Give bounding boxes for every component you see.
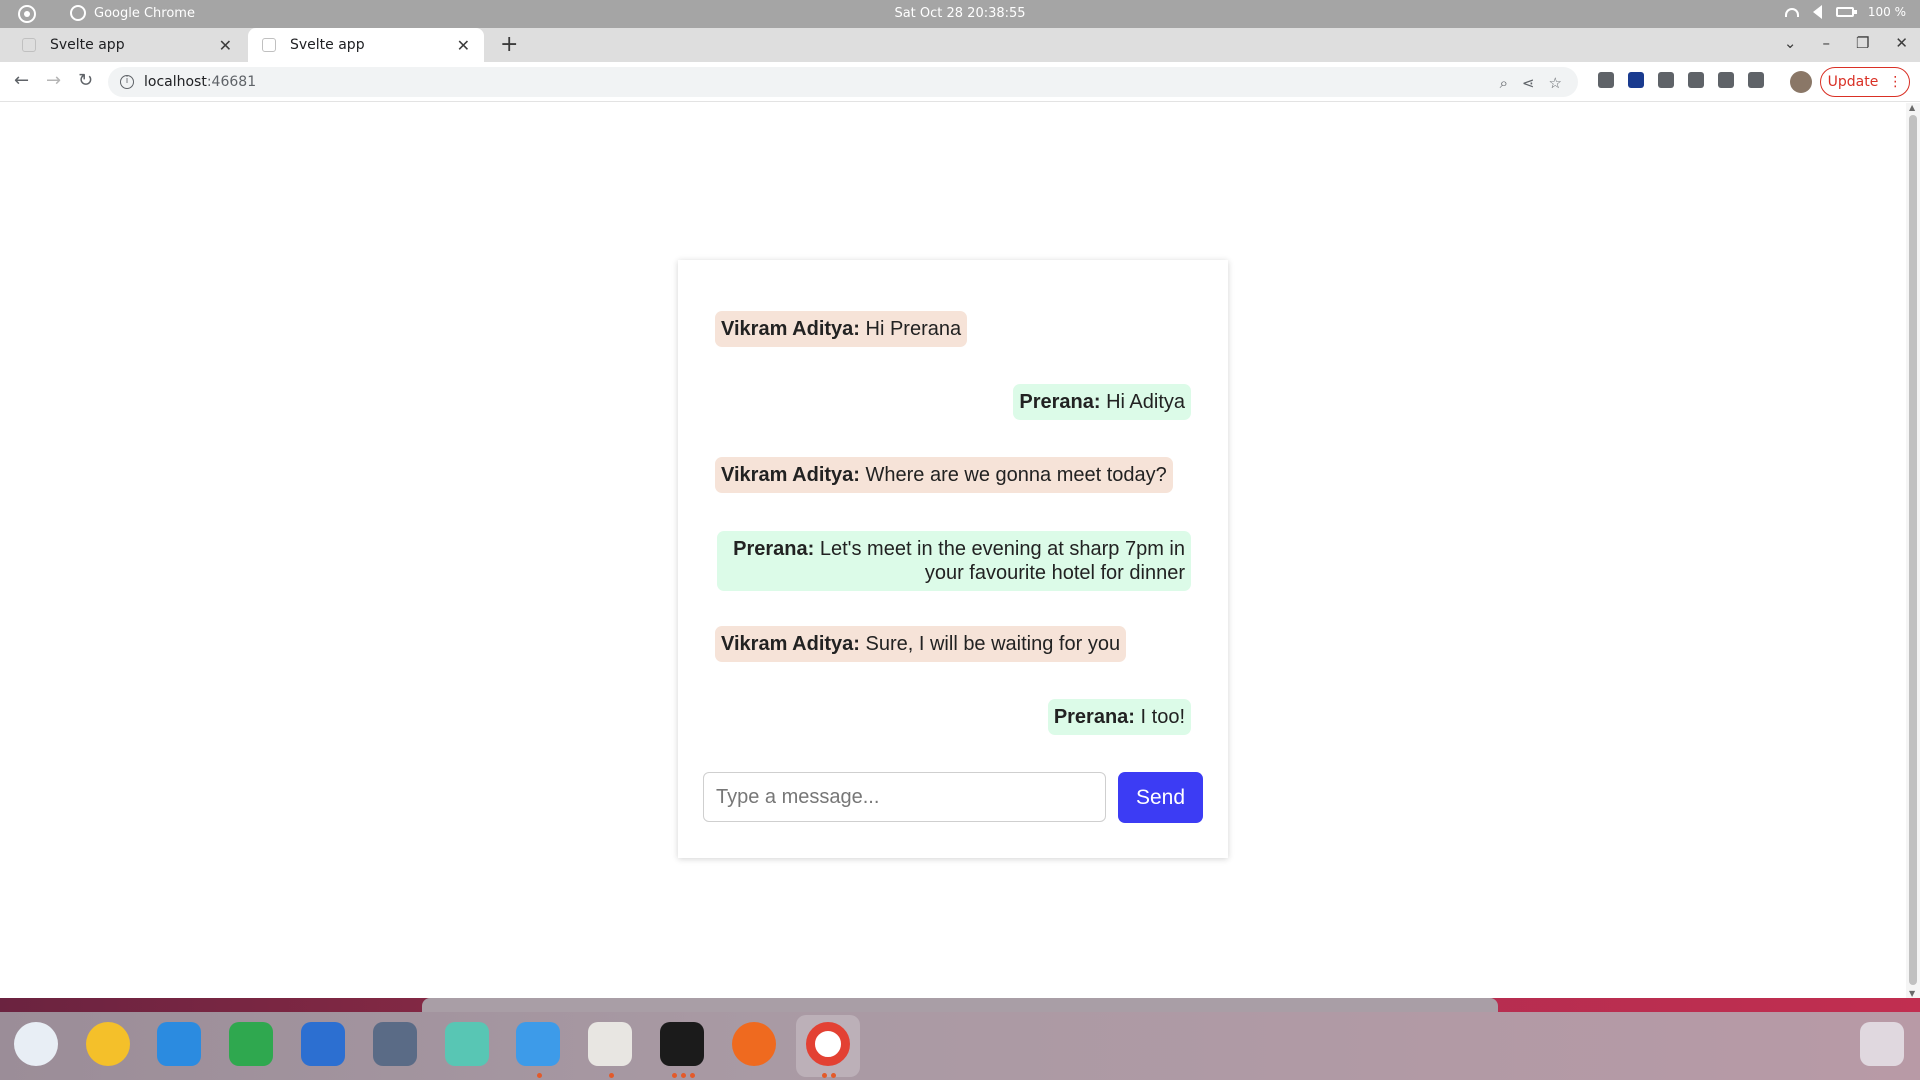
dock <box>0 1012 1920 1080</box>
message-text: Hi Prerana <box>859 318 962 340</box>
site-info-icon[interactable]: i <box>120 75 134 89</box>
terminal-icon[interactable] <box>660 1022 704 1066</box>
restore-icon[interactable]: ❐ <box>1856 34 1869 52</box>
reload-icon[interactable]: ↻ <box>78 70 93 91</box>
extension-icons <box>1598 72 1764 88</box>
message-sender: Prerana: <box>733 538 815 560</box>
menu-kebab-icon: ⋮ <box>1888 74 1903 90</box>
message-composer: Send <box>703 772 1203 824</box>
share-icon[interactable]: ⋖ <box>1522 74 1535 92</box>
scroll-up-icon[interactable]: ▲ <box>1909 103 1915 112</box>
tab-close-icon[interactable]: ✕ <box>219 36 232 55</box>
message-text: Let's meet in the evening at sharp 7pm i… <box>814 538 1185 584</box>
rhythmbox-icon[interactable] <box>86 1022 130 1066</box>
tab-svelte-app-1[interactable]: Svelte app ✕ <box>16 28 246 62</box>
spreadsheet-icon[interactable] <box>229 1022 273 1066</box>
pdf-extension-icon[interactable] <box>1628 72 1644 88</box>
back-arrow-icon[interactable]: ← <box>14 70 29 91</box>
send-button[interactable]: Send <box>1118 772 1203 823</box>
scroll-down-icon[interactable]: ▼ <box>1909 989 1915 998</box>
system-tray[interactable]: 100 % <box>1784 5 1906 19</box>
edit-extension-icon[interactable] <box>1688 72 1704 88</box>
profile-avatar[interactable] <box>1790 71 1812 93</box>
tab-title: Svelte app <box>290 37 365 53</box>
thunderbird-icon[interactable] <box>14 1022 58 1066</box>
finder-icon[interactable] <box>516 1022 560 1066</box>
text-editor-icon[interactable] <box>588 1022 632 1066</box>
chrome-icon[interactable] <box>806 1022 850 1066</box>
running-indicator <box>681 1073 686 1078</box>
omnibox-actions: ⌕ ⋖ ☆ <box>1500 74 1562 92</box>
message-sender: Vikram Aditya: <box>721 633 860 655</box>
running-indicator <box>831 1073 836 1078</box>
volume-icon <box>1812 5 1822 19</box>
message-bubble: Vikram Aditya: Sure, I will be waiting f… <box>715 626 1127 662</box>
tab-svelte-app-2[interactable]: Svelte app ✕ <box>248 28 484 62</box>
help-icon[interactable] <box>445 1022 489 1066</box>
close-window-icon[interactable]: ✕ <box>1895 34 1908 52</box>
wifi-icon <box>1784 7 1799 17</box>
screenshot-icon[interactable] <box>373 1022 417 1066</box>
message-text: Sure, I will be waiting for you <box>859 633 1121 655</box>
camera-extension-icon[interactable] <box>1658 72 1674 88</box>
running-indicator <box>537 1073 542 1078</box>
message-bubble: Vikram Aditya: Hi Prerana <box>715 311 968 347</box>
message-sender: Prerana: <box>1053 706 1135 728</box>
message-sender: Vikram Aditya: <box>721 318 860 340</box>
app-grid-icon[interactable] <box>1860 1022 1904 1066</box>
writer-icon[interactable] <box>301 1022 345 1066</box>
running-indicator <box>822 1073 827 1078</box>
side-panel-icon[interactable] <box>1748 72 1764 88</box>
minimize-icon[interactable]: – <box>1822 34 1830 52</box>
scrollbar-thumb[interactable] <box>1909 115 1917 985</box>
chat-container: Vikram Aditya: Hi Prerana Prerana: Hi Ad… <box>678 260 1228 858</box>
svelte-favicon-icon <box>22 38 36 52</box>
running-indicator <box>690 1073 695 1078</box>
message-text: Hi Aditya <box>1100 391 1185 413</box>
message-text: Where are we gonna meet today? <box>859 464 1167 486</box>
puzzle-extensions-icon[interactable] <box>1718 72 1734 88</box>
tab-search-chevron-icon[interactable]: ⌄ <box>1784 34 1797 52</box>
tab-strip: Svelte app ✕ Svelte app ✕ + ⌄ – ❐ ✕ <box>0 28 1920 62</box>
update-button[interactable]: Update ⋮ <box>1820 67 1910 97</box>
page-scrollbar[interactable]: ▲ ▼ <box>1906 103 1920 998</box>
message-bubble: Vikram Aditya: Where are we gonna meet t… <box>715 457 1173 493</box>
bookmark-star-icon[interactable]: ☆ <box>1549 74 1562 92</box>
battery-icon <box>1835 7 1857 17</box>
tab-close-icon[interactable]: ✕ <box>457 36 470 55</box>
system-top-bar: Google Chrome Sat Oct 28 20:38:55 100 % <box>0 0 1920 28</box>
forward-arrow-icon[interactable]: → <box>46 70 61 91</box>
navigation-bar: ← → ↻ i localhost:46681 ⌕ ⋖ ☆ Update ⋮ <box>0 62 1920 102</box>
message-input[interactable] <box>703 772 1106 822</box>
dock-handle <box>422 998 1498 1012</box>
app-center-icon[interactable] <box>157 1022 201 1066</box>
update-label: Update <box>1827 74 1879 90</box>
url-host: localhost <box>144 74 207 90</box>
new-tab-plus-icon[interactable]: + <box>500 32 518 57</box>
running-indicator <box>672 1073 677 1078</box>
extension-icon[interactable] <box>1598 72 1614 88</box>
running-indicator <box>609 1073 614 1078</box>
address-bar[interactable]: i localhost:46681 ⌕ ⋖ ☆ <box>108 67 1578 97</box>
firefox-icon[interactable] <box>732 1022 776 1066</box>
svelte-favicon-icon <box>262 38 276 52</box>
zoom-icon[interactable]: ⌕ <box>1500 74 1508 92</box>
battery-level: 100 % <box>1867 5 1906 19</box>
clock[interactable]: Sat Oct 28 20:38:55 <box>0 6 1920 21</box>
message-bubble: Prerana: I too! <box>1047 699 1191 735</box>
tab-title: Svelte app <box>50 37 125 53</box>
message-sender: Prerana: <box>1019 391 1101 413</box>
message-sender: Vikram Aditya: <box>721 464 860 486</box>
url-port: :46681 <box>206 74 257 90</box>
message-bubble: Prerana: Hi Aditya <box>1013 384 1191 420</box>
message-bubble: Prerana: Let's meet in the evening at sh… <box>717 531 1191 591</box>
window-controls: ⌄ – ❐ ✕ <box>1784 34 1908 52</box>
message-text: I too! <box>1134 706 1185 728</box>
